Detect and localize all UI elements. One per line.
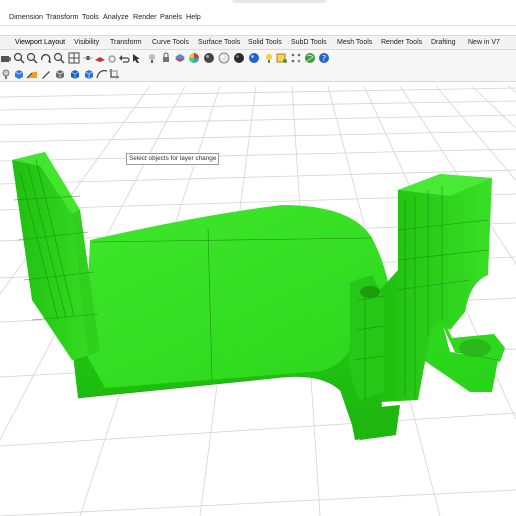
four-viewports-icon[interactable] <box>53 52 65 64</box>
green-3d-model <box>12 152 505 440</box>
menu-tools[interactable]: Tools <box>82 12 99 21</box>
bulb-icon[interactable] <box>146 52 158 64</box>
command-tooltip: Select objects for layer change <box>126 153 220 165</box>
tab-visibility[interactable]: Visibility <box>74 39 99 46</box>
title-tab <box>232 0 327 3</box>
grid-snap-icon[interactable] <box>290 52 302 64</box>
undo-icon[interactable] <box>118 52 130 64</box>
blue-box-icon[interactable] <box>13 68 25 80</box>
rhino-window: ​ Dimension Transform Tools Analyze Rend… <box>0 0 516 516</box>
title-strip <box>0 0 516 9</box>
layer-icon[interactable] <box>174 52 186 64</box>
tab-solid-tools[interactable]: Solid Tools <box>248 39 282 46</box>
light-icon[interactable] <box>263 52 275 64</box>
gray-sphere-icon[interactable] <box>218 52 230 64</box>
grid-icon[interactable] <box>68 52 80 64</box>
solid-box-icon[interactable] <box>54 68 66 80</box>
main-toolbar: ? <box>0 50 516 66</box>
secondary-toolbar <box>0 66 516 82</box>
zoom-window-icon[interactable] <box>13 52 25 64</box>
render-sphere-icon[interactable] <box>203 52 215 64</box>
tab-new-in-v7[interactable]: New in V7 <box>468 39 500 46</box>
lock-icon[interactable] <box>160 52 172 64</box>
menu-panels[interactable]: Panels <box>160 12 182 21</box>
blue-sphere-icon[interactable] <box>248 52 260 64</box>
menu-bar: ​ Dimension Transform Tools Analyze Rend… <box>0 9 516 26</box>
svg-text:?: ? <box>322 54 326 63</box>
tab-drafting[interactable]: Drafting <box>431 39 456 46</box>
tab-subd-tools[interactable]: SubD Tools <box>291 39 327 46</box>
globe-icon[interactable] <box>304 52 316 64</box>
blue-cube-icon[interactable] <box>69 68 81 80</box>
pen-icon[interactable] <box>40 68 52 80</box>
menu-dimension[interactable]: Dimension <box>9 12 43 21</box>
toolbar-tabs: Viewport Layout Visibility Transform Cur… <box>0 35 516 50</box>
menu-help[interactable]: Help <box>186 12 201 21</box>
tab-transform[interactable]: Transform <box>110 39 142 46</box>
dark-sphere-icon[interactable] <box>233 52 245 64</box>
menu-transform[interactable]: Transform <box>46 12 78 21</box>
crop-icon[interactable] <box>108 68 120 80</box>
viewport-canvas <box>0 85 516 516</box>
light-bulb-icon[interactable] <box>0 68 12 80</box>
plugin-icon[interactable] <box>276 52 288 64</box>
zoom-extents-icon[interactable] <box>26 52 38 64</box>
circle-icon[interactable] <box>106 52 118 64</box>
tab-viewport-layout[interactable]: Viewport Layout <box>15 39 65 46</box>
color-wheel-icon[interactable] <box>188 52 200 64</box>
plane-icon[interactable] <box>94 52 106 64</box>
tab-surface-tools[interactable]: Surface Tools <box>198 39 240 46</box>
select-icon[interactable] <box>131 52 143 64</box>
menu-analyze[interactable]: Analyze <box>103 12 129 21</box>
blue-cube-2-icon[interactable] <box>83 68 95 80</box>
camera-icon[interactable] <box>0 52 12 64</box>
help-icon[interactable]: ? <box>318 52 330 64</box>
tab-curve-tools[interactable]: Curve Tools <box>152 39 189 46</box>
curve-icon[interactable] <box>96 68 108 80</box>
rotate-view-icon[interactable] <box>40 52 52 64</box>
surface-icon[interactable] <box>26 68 38 80</box>
perspective-viewport[interactable]: Select objects for layer change <box>0 82 516 516</box>
menu-render[interactable]: Render <box>133 12 157 21</box>
tab-render-tools[interactable]: Render Tools <box>381 39 422 46</box>
point-icon[interactable] <box>82 52 94 64</box>
tab-mesh-tools[interactable]: Mesh Tools <box>337 39 372 46</box>
